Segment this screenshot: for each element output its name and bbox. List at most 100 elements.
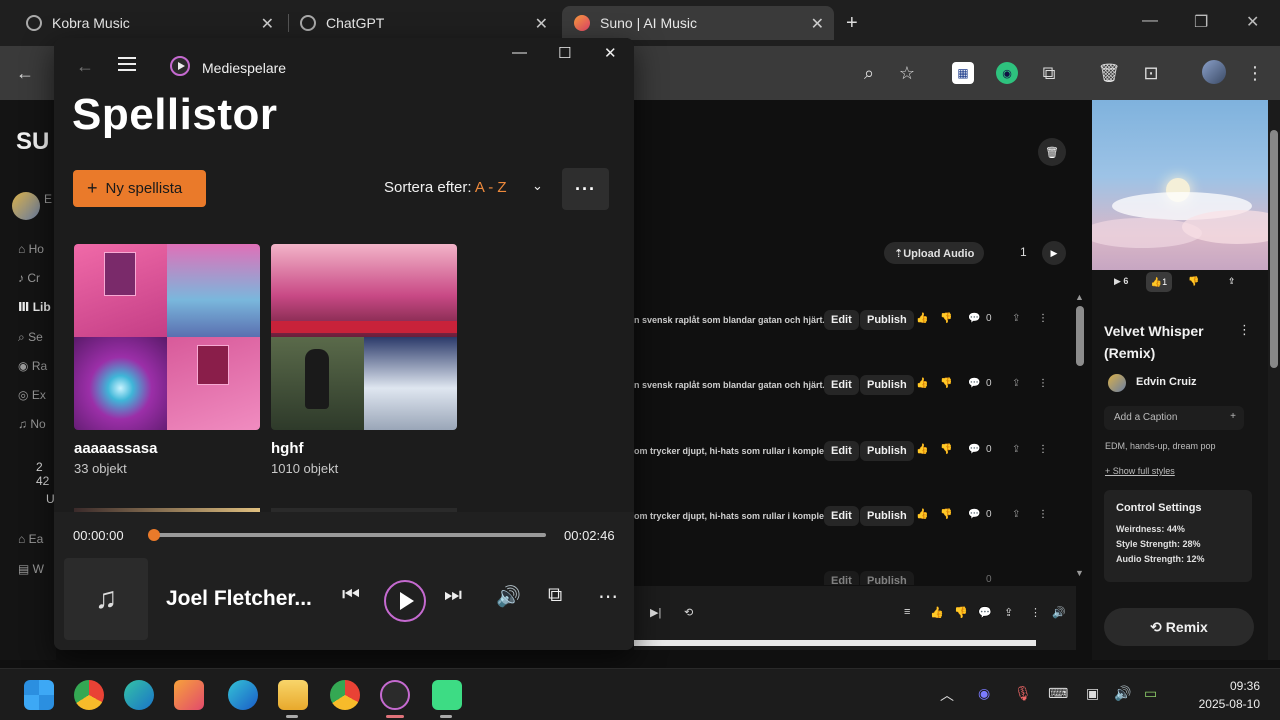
share-icon[interactable]: ⇪ bbox=[1012, 313, 1020, 324]
repeat-icon[interactable]: ⟲ bbox=[684, 606, 693, 619]
next-page-button[interactable]: ▶ bbox=[1042, 241, 1066, 265]
scrollbar-thumb[interactable] bbox=[1076, 306, 1084, 366]
more-options-button[interactable]: ··· bbox=[562, 168, 609, 210]
table-row[interactable]: Edit Publish 0 bbox=[634, 571, 1074, 585]
table-row[interactable]: om trycker djupt, hi-hats som rullar i k… bbox=[634, 441, 1074, 463]
close-icon[interactable]: ✕ bbox=[811, 14, 824, 34]
table-row[interactable]: n svensk raplåt som blandar gatan och hj… bbox=[634, 375, 1074, 397]
skip-next-icon[interactable]: ▶| bbox=[650, 606, 661, 619]
minimize-icon[interactable]: — bbox=[512, 44, 527, 61]
thumbs-up-icon[interactable]: 👍 bbox=[916, 444, 928, 455]
publish-button[interactable]: Publish bbox=[860, 506, 914, 526]
tab-search-icon[interactable]: ⊡ bbox=[1138, 60, 1164, 86]
scroll-down-icon[interactable]: ▼ bbox=[1075, 568, 1084, 578]
thumbs-down-icon[interactable]: 👎 bbox=[940, 378, 952, 389]
start-icon[interactable] bbox=[24, 680, 54, 710]
show-full-styles-link[interactable]: + Show full styles bbox=[1105, 466, 1175, 476]
edge-dev-icon[interactable] bbox=[124, 680, 154, 710]
sidebar-item-home[interactable]: ⌂ Ho bbox=[18, 242, 44, 256]
chevron-down-icon[interactable]: ⌄ bbox=[532, 178, 543, 194]
more-icon[interactable]: ⋮ bbox=[1038, 444, 1048, 455]
chrome-icon[interactable] bbox=[74, 680, 104, 710]
avatar[interactable] bbox=[1108, 374, 1126, 392]
edit-button[interactable]: Edit bbox=[824, 441, 859, 461]
publish-button[interactable]: Publish bbox=[860, 571, 914, 585]
battery-icon[interactable]: ▭ bbox=[1144, 685, 1157, 702]
share-icon[interactable]: ⇪ bbox=[1004, 606, 1013, 619]
volume-icon[interactable]: 🔊 bbox=[496, 584, 521, 609]
edit-button[interactable]: Edit bbox=[824, 310, 859, 330]
close-icon[interactable]: ✕ bbox=[604, 44, 617, 62]
suno-progress-bar[interactable] bbox=[634, 640, 1036, 646]
publish-button[interactable]: Publish bbox=[860, 441, 914, 461]
scroll-up-icon[interactable]: ▲ bbox=[1075, 292, 1084, 302]
playlist-card[interactable]: hghf 1010 objekt bbox=[271, 244, 457, 476]
volume-icon[interactable]: 🔊 bbox=[1114, 685, 1131, 702]
seek-bar[interactable] bbox=[152, 533, 546, 537]
extension-icon[interactable]: ▦ bbox=[952, 62, 974, 84]
chat-extension-icon[interactable]: ◉ bbox=[996, 62, 1018, 84]
thumbs-down-icon[interactable]: 👎 bbox=[940, 444, 952, 455]
more-options-icon[interactable]: ⋯ bbox=[598, 584, 618, 609]
mini-player-icon[interactable]: ⧉ bbox=[548, 584, 562, 607]
next-icon[interactable]: ⏭ bbox=[444, 584, 462, 607]
profile-avatar[interactable] bbox=[1202, 60, 1226, 84]
minimize-icon[interactable]: — bbox=[1142, 12, 1158, 30]
thumbs-up-icon[interactable]: 👍 bbox=[916, 313, 928, 324]
thumbs-down-icon[interactable]: 👎 bbox=[940, 509, 952, 520]
more-icon[interactable]: ⋮ bbox=[1030, 606, 1041, 619]
share-icon[interactable]: ⇪ bbox=[1012, 444, 1020, 455]
back-icon[interactable]: ← bbox=[76, 56, 94, 77]
sidebar-item-radio[interactable]: ◉ Ra bbox=[18, 359, 47, 373]
close-icon[interactable]: ✕ bbox=[261, 14, 274, 34]
more-icon[interactable]: ⋮ bbox=[1238, 322, 1251, 338]
edge-beta-icon[interactable] bbox=[228, 680, 258, 710]
back-icon[interactable]: ← bbox=[12, 60, 38, 86]
network-icon[interactable]: ▣ bbox=[1086, 685, 1099, 702]
play-button[interactable] bbox=[384, 580, 426, 622]
comment-icon[interactable]: 💬 bbox=[978, 606, 992, 619]
app-tray-icon[interactable]: ◉ bbox=[978, 685, 990, 702]
edit-button[interactable]: Edit bbox=[824, 506, 859, 526]
hamburger-menu-icon[interactable] bbox=[118, 57, 136, 71]
remix-button[interactable]: ⟲ Remix bbox=[1104, 608, 1254, 646]
share-icon[interactable]: ⇪ bbox=[1012, 509, 1020, 520]
thumbs-up-icon[interactable]: 👍 bbox=[930, 606, 944, 619]
comment-icon[interactable]: 💬 bbox=[968, 444, 980, 455]
add-caption-icon[interactable]: + bbox=[1230, 411, 1236, 422]
maximize-icon[interactable]: ☐ bbox=[558, 44, 571, 62]
thumbs-down-icon[interactable]: 👎 bbox=[954, 606, 968, 619]
more-icon[interactable]: ⋮ bbox=[1038, 378, 1048, 389]
comment-icon[interactable]: 💬 bbox=[968, 378, 980, 389]
table-row[interactable]: om trycker djupt, hi-hats som rullar i k… bbox=[634, 506, 1074, 528]
system-clock[interactable]: 09:36 2025-08-10 bbox=[1186, 677, 1260, 713]
queue-icon[interactable]: ≡ bbox=[904, 606, 910, 618]
edit-button[interactable]: Edit bbox=[824, 375, 859, 395]
like-button[interactable]: 👍 1 bbox=[1146, 272, 1172, 292]
trash-icon[interactable]: 🗑 bbox=[1096, 60, 1122, 86]
zoom-icon[interactable]: ⌕ bbox=[856, 60, 882, 86]
caption-input[interactable]: Add a Caption + bbox=[1104, 406, 1244, 430]
media-player-icon[interactable] bbox=[380, 680, 410, 710]
sidebar-item-explore[interactable]: ◎ Ex bbox=[18, 388, 46, 402]
volume-icon[interactable]: 🔊 bbox=[1052, 606, 1066, 619]
puzzle-icon[interactable]: ⧉ bbox=[1036, 60, 1062, 86]
more-icon[interactable]: ⋮ bbox=[1038, 509, 1048, 520]
keyboard-icon[interactable]: ⌨ bbox=[1048, 685, 1068, 702]
android-studio-icon[interactable] bbox=[432, 680, 462, 710]
share-icon[interactable]: ⇪ bbox=[1228, 276, 1236, 287]
restore-icon[interactable]: ❐ bbox=[1194, 12, 1208, 32]
file-explorer-icon[interactable] bbox=[278, 680, 308, 710]
chrome-profile-icon[interactable] bbox=[330, 680, 360, 710]
sidebar-item-notifications[interactable]: ♫ No bbox=[18, 417, 46, 431]
thumbs-down-icon[interactable]: 👎 bbox=[940, 313, 952, 324]
sidebar-item-create[interactable]: ♪ Cr bbox=[18, 271, 40, 285]
dislike-icon[interactable]: 👎 bbox=[1188, 276, 1199, 287]
sidebar-item-earn[interactable]: ⌂ Ea bbox=[18, 532, 43, 546]
now-playing-title[interactable]: Joel Fletcher... bbox=[166, 587, 312, 611]
seek-thumb[interactable] bbox=[148, 529, 160, 541]
more-icon[interactable]: ⋮ bbox=[1038, 313, 1048, 324]
menu-dots-icon[interactable]: ⋮ bbox=[1242, 60, 1268, 86]
share-icon[interactable]: ⇪ bbox=[1012, 378, 1020, 389]
chevron-up-icon[interactable]: ︿ bbox=[940, 685, 954, 705]
